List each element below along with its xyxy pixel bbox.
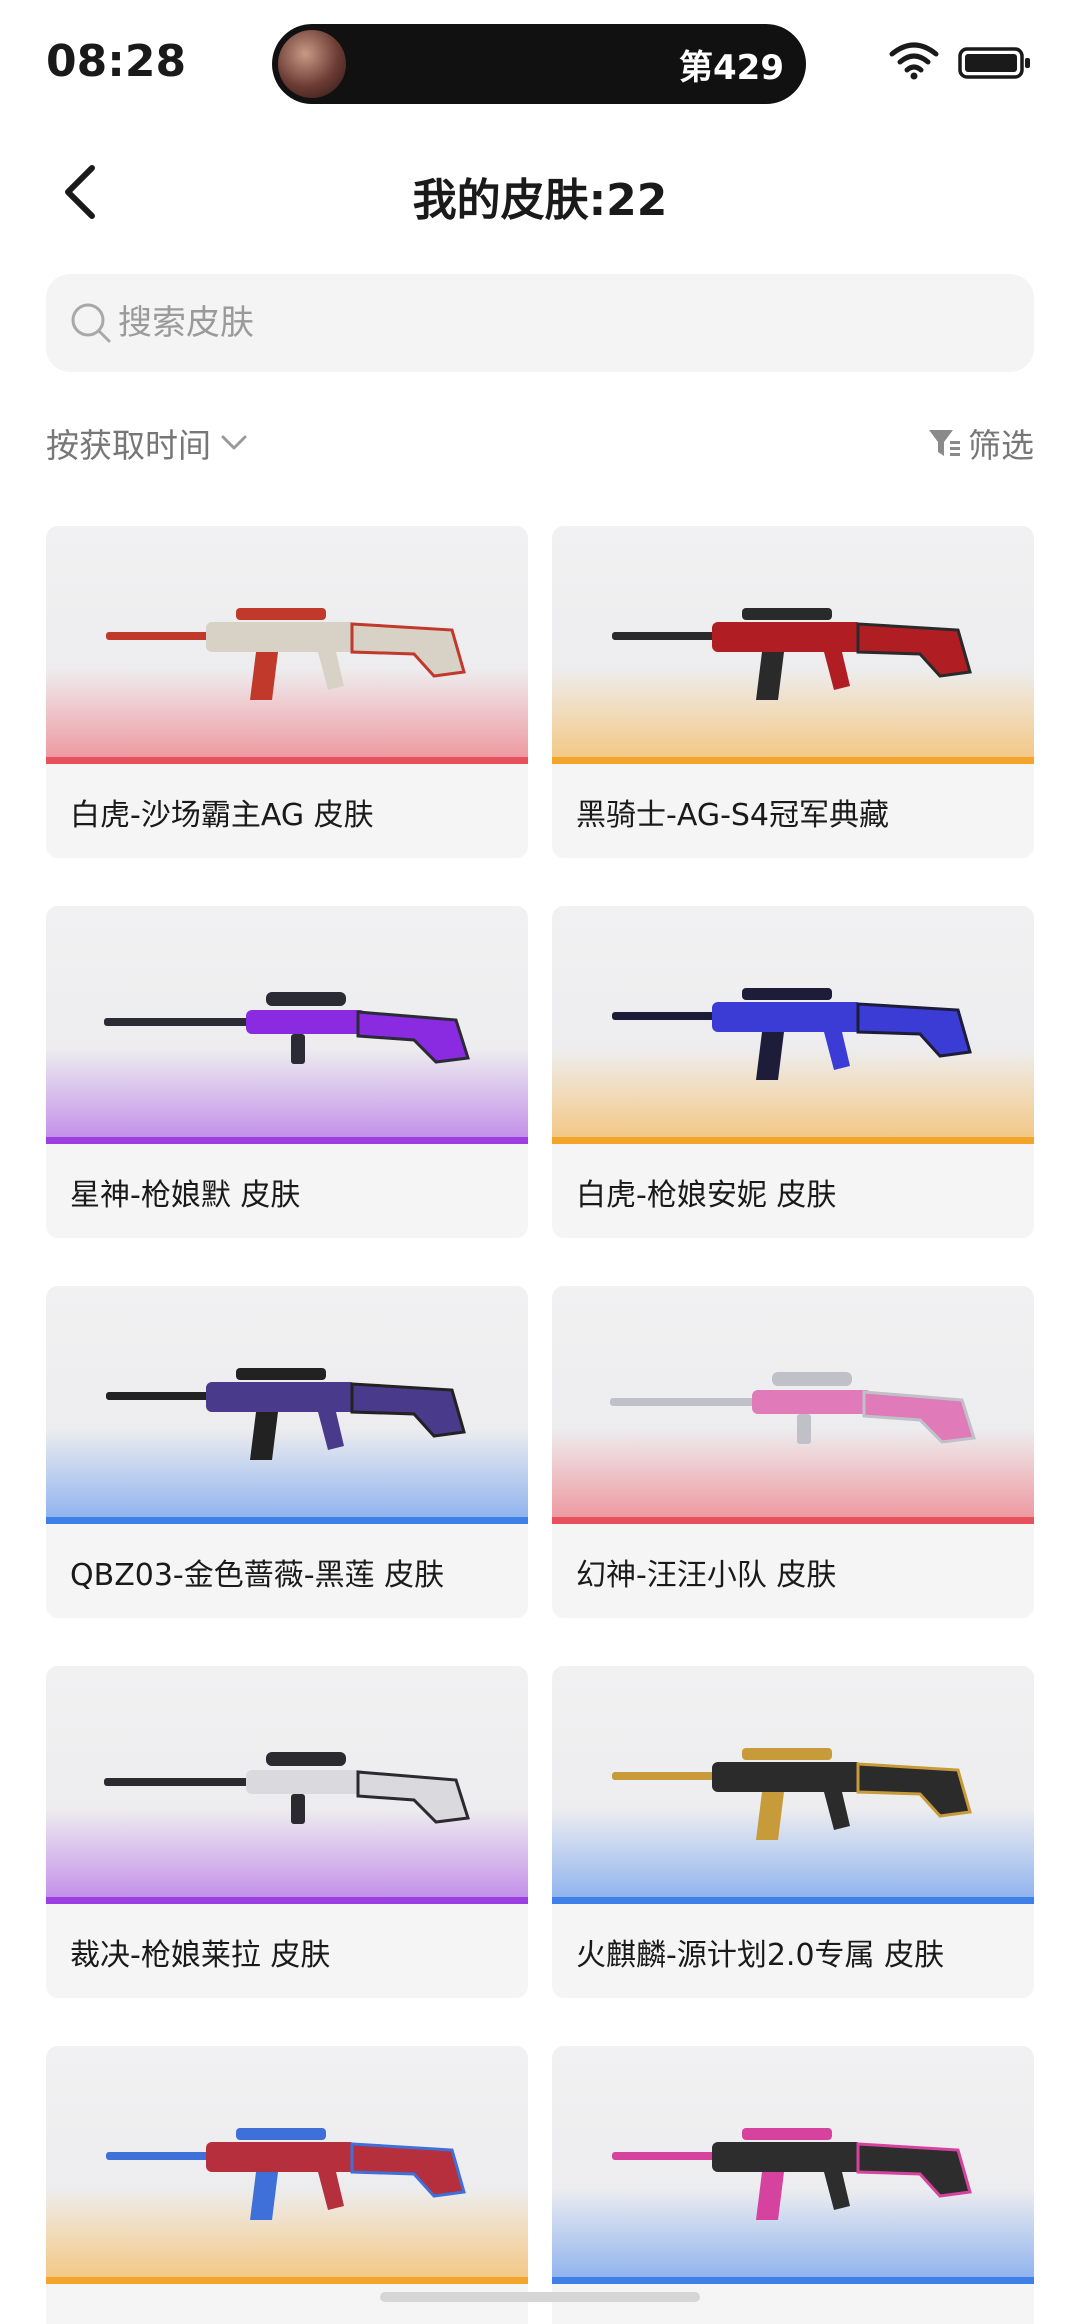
filter-label: 筛选 — [968, 426, 1034, 465]
filter-icon — [929, 430, 960, 456]
rifle-icon — [106, 1368, 466, 1460]
skin-card[interactable]: 幻神-汪汪小队 皮肤 — [552, 1286, 1034, 1618]
skin-image — [46, 2046, 528, 2284]
island-avatar — [278, 30, 346, 98]
skin-image — [552, 1666, 1034, 1904]
skin-name: 星神-枪娘默 皮肤 — [70, 1178, 301, 1213]
skin-card[interactable]: 黑骑士-AG-S4冠军典藏 — [552, 526, 1034, 858]
sort-label: 按获取时间 — [46, 426, 211, 465]
skin-card[interactable]: 白虎-沙场霸主AG 皮肤 — [46, 526, 528, 858]
skin-name: 白虎-枪娘安妮 皮肤 — [576, 1178, 837, 1213]
search-box[interactable] — [46, 274, 1034, 372]
chevron-down-icon — [221, 435, 247, 450]
skin-image — [46, 526, 528, 764]
filter-button[interactable]: 筛选 — [926, 418, 1034, 468]
skin-card[interactable] — [552, 2046, 1034, 2324]
rarity-bar — [552, 2277, 1034, 2284]
skin-image — [552, 906, 1034, 1144]
dynamic-island[interactable]: 第429 — [272, 24, 806, 104]
sort-dropdown[interactable]: 按获取时间 — [46, 418, 251, 468]
rarity-bar — [46, 1137, 528, 1144]
skin-image — [552, 2046, 1034, 2284]
home-indicator[interactable] — [380, 2292, 700, 2302]
rarity-bar — [46, 1517, 528, 1524]
rarity-bar — [552, 1897, 1034, 1904]
rifle-icon — [106, 2128, 466, 2220]
skin-card[interactable]: 白虎-枪娘安妮 皮肤 — [552, 906, 1034, 1238]
rarity-bar — [552, 1517, 1034, 1524]
skin-name: 白虎-沙场霸主AG 皮肤 — [70, 798, 374, 833]
rifle-icon — [612, 1748, 972, 1840]
rifle-icon — [612, 988, 972, 1080]
skin-card[interactable]: 星神-枪娘默 皮肤 — [46, 906, 528, 1238]
status-bar: 08:28 第429 — [0, 0, 1080, 120]
rifle-icon — [612, 608, 972, 700]
skin-image — [46, 906, 528, 1144]
sniper-rifle-icon — [104, 1752, 470, 1824]
rarity-bar — [552, 757, 1034, 764]
page-title: 我的皮肤:22 — [412, 175, 668, 226]
rarity-bar — [552, 1137, 1034, 1144]
skin-name: 火麒麟-源计划2.0专属 皮肤 — [576, 1938, 945, 1973]
wifi-icon — [889, 42, 939, 80]
skin-image — [46, 1666, 528, 1904]
sniper-rifle-icon — [610, 1372, 976, 1444]
skin-name: 幻神-汪汪小队 皮肤 — [576, 1558, 837, 1593]
sniper-rifle-icon — [104, 992, 470, 1064]
rifle-icon — [612, 2128, 972, 2220]
skin-image — [552, 526, 1034, 764]
search-input[interactable] — [118, 274, 998, 372]
rarity-bar — [46, 1897, 528, 1904]
skin-name: 裁决-枪娘莱拉 皮肤 — [70, 1938, 331, 1973]
search-icon — [71, 303, 111, 343]
battery-icon — [958, 47, 1030, 79]
island-text: 第429 — [679, 48, 784, 88]
status-time: 08:28 — [46, 36, 187, 87]
skin-image — [46, 1286, 528, 1524]
skin-name: 黑骑士-AG-S4冠军典藏 — [576, 798, 890, 833]
skin-card[interactable]: QBZ03-金色蔷薇-黑莲 皮肤 — [46, 1286, 528, 1618]
skin-name: QBZ03-金色蔷薇-黑莲 皮肤 — [70, 1558, 445, 1593]
skin-card[interactable]: 火麒麟-源计划2.0专属 皮肤 — [552, 1666, 1034, 1998]
skin-card[interactable] — [46, 2046, 528, 2324]
rifle-icon — [106, 608, 466, 700]
rarity-bar — [46, 757, 528, 764]
my-skins-page: 08:28 第429 我的皮肤:22 按获取时间 — [0, 0, 1080, 2324]
rarity-bar — [46, 2277, 528, 2284]
skin-card[interactable]: 裁决-枪娘莱拉 皮肤 — [46, 1666, 528, 1998]
skin-image — [552, 1286, 1034, 1524]
